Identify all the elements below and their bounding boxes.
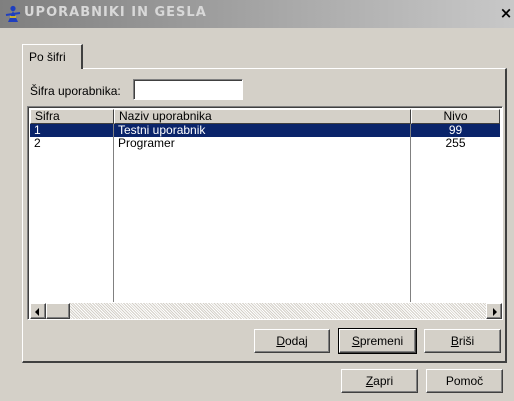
- window-title: UPORABNIKI IN GESLA: [24, 5, 207, 20]
- column-divider: [113, 124, 114, 302]
- column-header-naziv[interactable]: Naziv uporabnika: [114, 109, 411, 124]
- add-mnemonic: D: [276, 334, 285, 348]
- column-header-sifra[interactable]: Sifra: [30, 109, 114, 124]
- add-button[interactable]: Dodaj: [254, 329, 330, 353]
- column-header-nivo[interactable]: Nivo: [411, 109, 500, 124]
- cell-sifra: 2: [34, 136, 41, 150]
- close-dialog-button[interactable]: Zapri: [341, 369, 418, 393]
- users-list[interactable]: Sifra Naziv uporabnika Nivo 1 Testni upo…: [27, 106, 503, 320]
- close-label: apri: [373, 374, 394, 388]
- scroll-right-button[interactable]: [486, 303, 502, 319]
- edit-label: premeni: [359, 334, 404, 348]
- arrow-left-icon: [35, 308, 39, 316]
- tab-po-sifri[interactable]: Po šifri: [22, 44, 83, 69]
- arrow-right-icon: [493, 308, 497, 316]
- cell-naziv: Programer: [118, 136, 175, 150]
- delete-mnemonic: B: [450, 334, 459, 348]
- scroll-left-button[interactable]: [30, 303, 46, 319]
- cell-nivo: 255: [445, 136, 466, 150]
- user-id-label: Šifra uporabnika:: [30, 84, 121, 98]
- table-row[interactable]: 1 Testni uporabnik 99: [30, 124, 500, 137]
- user-id-input[interactable]: [133, 79, 243, 100]
- column-divider: [410, 124, 411, 302]
- title-bar[interactable]: UPORABNIKI IN GESLA ×: [0, 0, 514, 28]
- edit-button[interactable]: Spremeni: [338, 328, 417, 354]
- tab-label: Po šifri: [29, 50, 66, 64]
- user-figure-icon: [5, 5, 21, 22]
- close-button[interactable]: ×: [498, 4, 514, 22]
- dialog-window: UPORABNIKI IN GESLA × Po šifri Šifra upo…: [0, 0, 514, 401]
- delete-button[interactable]: Briši: [424, 329, 501, 353]
- delete-label: riši: [458, 334, 475, 348]
- horizontal-scrollbar[interactable]: [30, 303, 502, 319]
- scroll-thumb[interactable]: [46, 303, 70, 319]
- help-button[interactable]: Pomoč: [426, 369, 503, 393]
- table-row[interactable]: 2 Programer 255: [30, 137, 500, 150]
- add-label: odaj: [284, 334, 308, 348]
- edit-mnemonic: S: [351, 334, 360, 348]
